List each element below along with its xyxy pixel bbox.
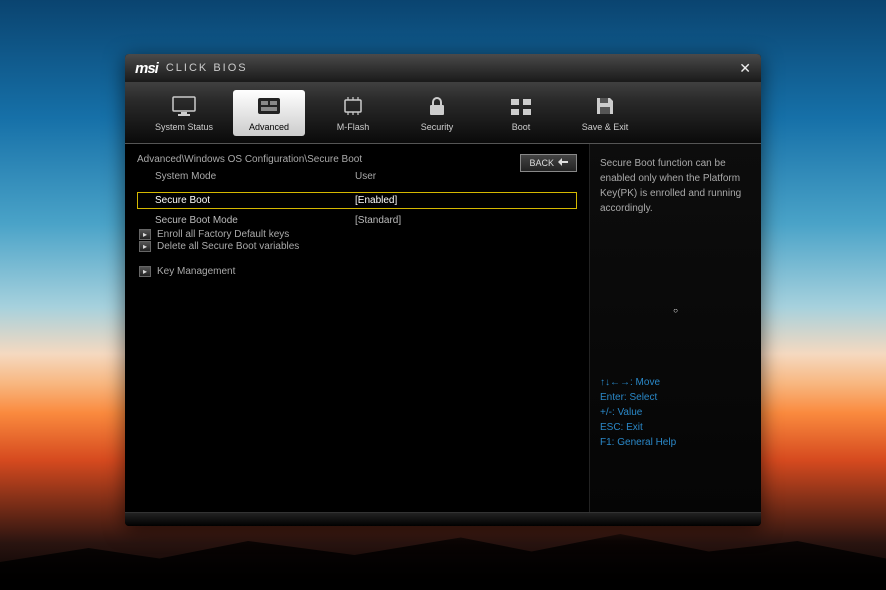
hotkey-move: ↑↓←→: Move [600, 375, 751, 390]
nav-label: Save & Exit [582, 122, 629, 132]
sliders-icon [255, 94, 283, 118]
monitor-icon [170, 94, 198, 118]
secure-boot-mode-value: [Standard] [355, 215, 401, 226]
nav-label: M-Flash [337, 122, 370, 132]
bios-window: msi CLICK BIOS ✕ System Status Advanced … [125, 54, 761, 526]
nav-label: Security [421, 122, 454, 132]
nav-system-status[interactable]: System Status [147, 90, 221, 136]
nav-label: System Status [155, 122, 213, 132]
lock-icon [423, 94, 451, 118]
nav-advanced[interactable]: Advanced [233, 90, 305, 136]
delete-vars-label: Delete all Secure Boot variables [157, 241, 299, 252]
back-label: BACK [529, 158, 554, 168]
secure-boot-value: [Enabled] [355, 195, 397, 206]
hotkey-help: F1: General Help [600, 435, 751, 450]
nav-mflash[interactable]: M-Flash [317, 90, 389, 136]
nav-bar: System Status Advanced M-Flash Security … [125, 82, 761, 144]
bottom-bar [125, 512, 761, 526]
hotkey-select: Enter: Select [600, 390, 751, 405]
delete-vars-row[interactable]: ▸ Delete all Secure Boot variables [137, 241, 577, 252]
secure-boot-label: Secure Boot [155, 195, 355, 206]
arrow-right-icon: ▸ [139, 241, 151, 252]
hotkey-value: +/-: Value [600, 405, 751, 420]
system-mode-value: User [355, 171, 376, 182]
main-panel: BACK Advanced\Windows OS Configuration\S… [125, 144, 589, 512]
body-area: BACK Advanced\Windows OS Configuration\S… [125, 144, 761, 512]
nav-label: Advanced [249, 122, 289, 132]
key-management-label: Key Management [157, 266, 235, 277]
enroll-keys-label: Enroll all Factory Default keys [157, 229, 289, 240]
arrow-right-icon: ▸ [139, 266, 151, 277]
loading-dot-icon: ○ [600, 306, 751, 315]
arrow-right-icon: ▸ [139, 229, 151, 240]
system-mode-row: System Mode User [137, 171, 577, 182]
chip-icon [339, 94, 367, 118]
secure-boot-mode-label: Secure Boot Mode [155, 215, 355, 226]
hotkey-exit: ESC: Exit [600, 420, 751, 435]
nav-security[interactable]: Security [401, 90, 473, 136]
secure-boot-row[interactable]: Secure Boot [Enabled] [137, 192, 577, 209]
close-icon[interactable]: ✕ [739, 60, 751, 77]
window-title: CLICK BIOS [166, 62, 248, 74]
help-panel: Secure Boot function can be enabled only… [589, 144, 761, 512]
help-text: Secure Boot function can be enabled only… [600, 156, 751, 216]
secure-boot-mode-row[interactable]: Secure Boot Mode [Standard] [137, 213, 577, 228]
floppy-icon [591, 94, 619, 118]
boot-icon [507, 94, 535, 118]
desktop-mountain-silhouette [0, 520, 886, 590]
nav-label: Boot [512, 122, 531, 132]
breadcrumb: Advanced\Windows OS Configuration\Secure… [137, 154, 577, 165]
system-mode-label: System Mode [155, 171, 355, 182]
back-button[interactable]: BACK [520, 154, 577, 172]
nav-boot[interactable]: Boot [485, 90, 557, 136]
hotkey-hints: ↑↓←→: Move Enter: Select +/-: Value ESC:… [600, 375, 751, 450]
back-arrow-icon [558, 158, 568, 168]
brand-logo: msi [135, 60, 158, 77]
nav-save-exit[interactable]: Save & Exit [569, 90, 641, 136]
key-management-row[interactable]: ▸ Key Management [137, 266, 577, 277]
enroll-keys-row[interactable]: ▸ Enroll all Factory Default keys [137, 229, 577, 240]
titlebar: msi CLICK BIOS ✕ [125, 54, 761, 82]
